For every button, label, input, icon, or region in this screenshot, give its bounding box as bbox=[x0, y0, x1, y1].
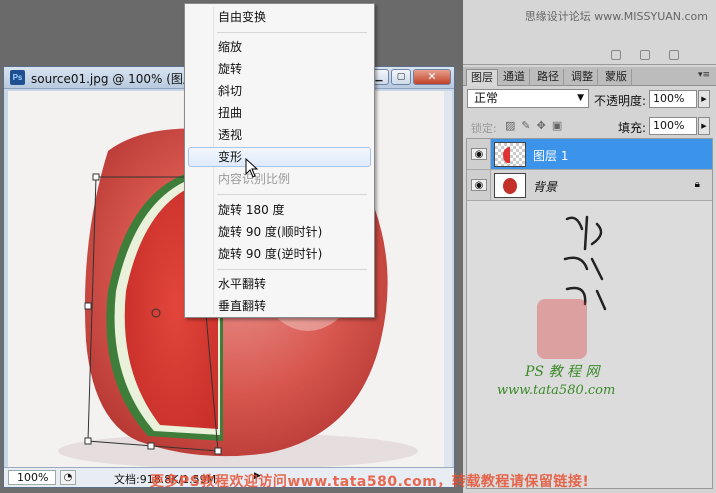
menu-separator bbox=[217, 269, 367, 270]
menu-separator bbox=[217, 194, 367, 195]
menu-separator bbox=[217, 32, 367, 33]
vertical-scrollbar[interactable] bbox=[444, 91, 452, 467]
eye-cell: ◉ bbox=[467, 170, 491, 200]
transform-context-menu: 自由变换 缩放 旋转 斜切 扭曲 透视 变形 内容识别比例 旋转 180 度 旋… bbox=[184, 3, 375, 318]
menu-item-scale[interactable]: 缩放 bbox=[188, 37, 371, 57]
mouse-cursor-icon bbox=[245, 158, 259, 178]
fill-arrow-icon[interactable]: ▶ bbox=[698, 117, 710, 135]
fill-label: 填充: bbox=[618, 121, 647, 135]
menu-item-flip-horizontal[interactable]: 水平翻转 bbox=[188, 274, 371, 294]
site-url: www.tata580.com bbox=[497, 383, 616, 398]
lock-move-icon[interactable]: ✥ bbox=[537, 119, 552, 132]
bottom-watermark: 更多PS教程欢迎访问www.tata580.com，转载教程请保留链接! bbox=[150, 474, 590, 490]
photoshop-icon: Ps bbox=[10, 70, 25, 85]
right-panel-dock: 思缘设计论坛 www.MISSYUAN.com 图层 通道 路径 调整 蒙版 ▾… bbox=[463, 0, 716, 493]
menu-item-rotate-90-ccw[interactable]: 旋转 90 度(逆时针) bbox=[188, 244, 371, 264]
document-title: source01.jpg @ 100% (图层 bbox=[31, 72, 195, 86]
opacity-arrow-icon[interactable]: ▶ bbox=[698, 90, 710, 108]
menu-item-rotate-90-cw[interactable]: 旋转 90 度(顺时针) bbox=[188, 222, 371, 242]
restore-button[interactable]: ▢ bbox=[391, 69, 411, 85]
new-item-icon[interactable] bbox=[639, 50, 650, 60]
status-info-icon[interactable]: ◔ bbox=[60, 470, 76, 485]
ps-tutorial-label: PS 教 程 网 bbox=[525, 364, 600, 380]
menu-item-warp[interactable]: 变形 bbox=[188, 147, 371, 167]
eye-icon[interactable]: ◉ bbox=[471, 148, 487, 160]
layer-thumbnail bbox=[494, 173, 526, 198]
fill-field[interactable]: 100% bbox=[649, 117, 697, 135]
blend-mode-value: 正常 bbox=[474, 91, 499, 105]
tab-channels[interactable]: 通道 bbox=[499, 69, 530, 86]
lock-all-icon[interactable]: ▣ bbox=[552, 119, 568, 132]
layer-name[interactable]: 背景 bbox=[533, 178, 557, 195]
menu-item-perspective[interactable]: 透视 bbox=[188, 125, 371, 145]
layer-row[interactable]: ◉ 背景 🔒︎ bbox=[467, 170, 712, 201]
tab-layers[interactable]: 图层 bbox=[466, 69, 498, 86]
layers-tabs-bar: 图层 通道 路径 调整 蒙版 ▾≡ bbox=[463, 67, 716, 86]
upper-panel-icons bbox=[596, 49, 706, 61]
red-seal-stamp bbox=[537, 299, 587, 359]
menu-item-rotate-180[interactable]: 旋转 180 度 bbox=[188, 200, 371, 220]
layers-list: ◉ 图层 1 ◉ 背景 🔒︎ PS 教 程 网 www.tata580.com bbox=[466, 138, 713, 489]
forum-watermark: 思缘设计论坛 www.MISSYUAN.com bbox=[524, 10, 708, 23]
opacity-label: 不透明度: bbox=[594, 94, 647, 108]
lock-icon: 🔒︎ bbox=[694, 179, 700, 190]
lock-paint-icon[interactable]: ✎ bbox=[521, 119, 536, 132]
panel-menu-icon[interactable]: ▾≡ bbox=[698, 70, 710, 80]
menu-item-skew[interactable]: 斜切 bbox=[188, 81, 371, 101]
menu-item-free-transform[interactable]: 自由变换 bbox=[188, 7, 371, 27]
tab-masks[interactable]: 蒙版 bbox=[601, 69, 632, 86]
layer-name[interactable]: 图层 1 bbox=[533, 147, 568, 164]
layer-row[interactable]: ◉ 图层 1 bbox=[467, 139, 712, 170]
menu-item-distort[interactable]: 扭曲 bbox=[188, 103, 371, 123]
tab-paths[interactable]: 路径 bbox=[533, 69, 564, 86]
lock-transparency-icon[interactable]: ▨ bbox=[505, 119, 521, 132]
opacity-field[interactable]: 100% bbox=[649, 90, 697, 108]
blend-mode-select[interactable]: 正常 ▼ bbox=[467, 89, 589, 108]
layer-thumbnail bbox=[494, 142, 526, 167]
zoom-field[interactable]: 100% bbox=[8, 470, 56, 485]
eye-icon[interactable]: ◉ bbox=[471, 179, 487, 191]
tab-adjustments[interactable]: 调整 bbox=[567, 69, 598, 86]
lock-icons: ▨✎✥▣ bbox=[505, 119, 568, 132]
menu-item-flip-vertical[interactable]: 垂直翻转 bbox=[188, 296, 371, 316]
no-icon[interactable] bbox=[611, 50, 621, 60]
close-button[interactable]: ✕ bbox=[413, 69, 451, 85]
trash-icon[interactable] bbox=[668, 50, 679, 60]
menu-item-rotate[interactable]: 旋转 bbox=[188, 59, 371, 79]
chevron-down-icon: ▼ bbox=[577, 93, 584, 103]
upper-panel: 思缘设计论坛 www.MISSYUAN.com bbox=[463, 0, 716, 65]
lock-label: 锁定: bbox=[471, 122, 497, 135]
eye-cell: ◉ bbox=[467, 139, 491, 169]
menu-item-content-aware-scale: 内容识别比例 bbox=[218, 172, 291, 186]
